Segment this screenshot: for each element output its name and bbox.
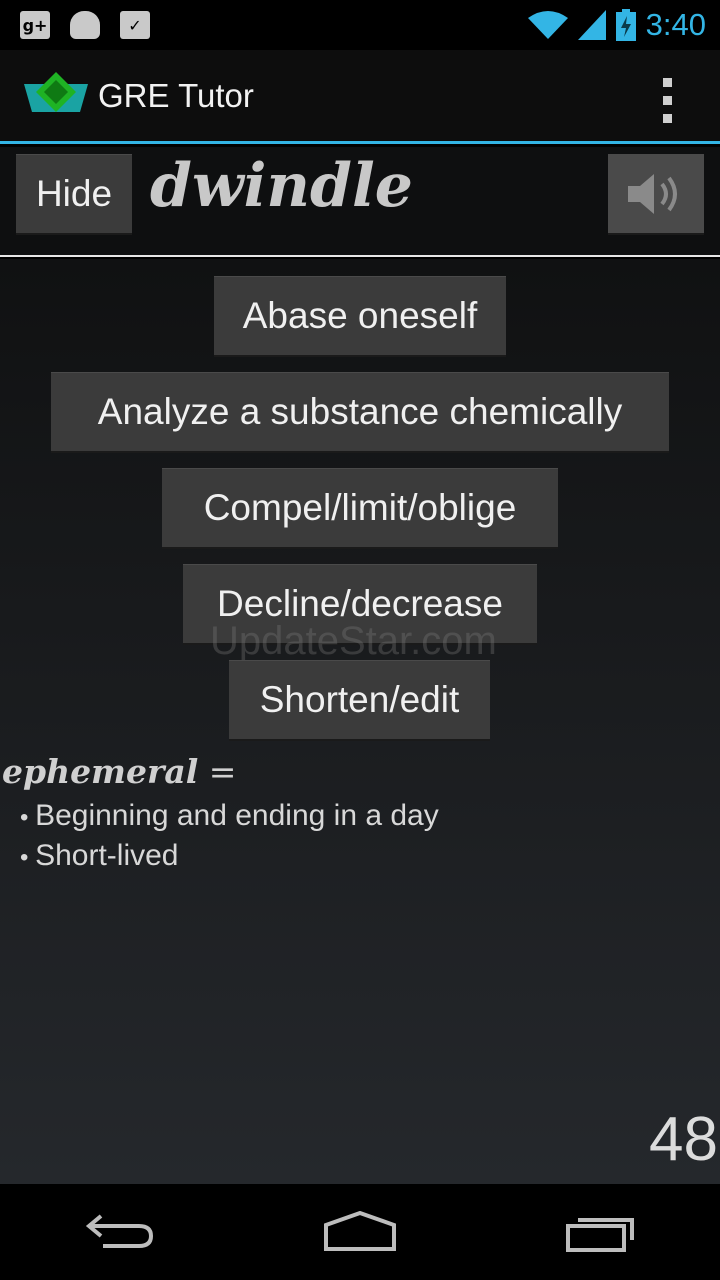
wifi-icon — [527, 11, 568, 39]
home-icon — [324, 1211, 396, 1251]
watermark: UpdateStar.com — [210, 619, 497, 663]
choice-button-3[interactable]: Compel/limit/oblige — [162, 468, 558, 547]
recent-apps-icon — [566, 1218, 634, 1252]
speaker-icon — [628, 173, 677, 214]
previous-word: ephemeral = — [2, 752, 236, 791]
word-header: Hide dwindle — [0, 147, 720, 257]
previous-word-term: ephemeral — [2, 752, 199, 791]
definition-list: Beginning and ending in a day Short-live… — [20, 797, 439, 877]
definition-item: Beginning and ending in a day — [20, 797, 439, 837]
android-icon — [70, 11, 100, 39]
battery-icon — [615, 9, 636, 41]
overflow-menu-icon[interactable] — [663, 78, 672, 123]
navigation-bar — [0, 1184, 720, 1280]
screen: g+ ✓ 3:40 GRE Tutor Hide dwindle Abase o… — [0, 0, 720, 1280]
app-logo-icon[interactable] — [24, 71, 88, 120]
word-counter: 48 — [649, 1105, 718, 1174]
pronounce-button[interactable] — [608, 154, 704, 233]
recent-apps-button[interactable] — [540, 1192, 660, 1272]
quiz-word: dwindle — [150, 151, 413, 221]
choice-button-2[interactable]: Analyze a substance chemically — [51, 372, 669, 451]
choice-button-1[interactable]: Abase oneself — [214, 276, 506, 355]
choice-button-5[interactable]: Shorten/edit — [229, 660, 490, 739]
signal-icon — [577, 10, 606, 40]
clock: 3:40 — [645, 7, 706, 42]
definition-item: Short-lived — [20, 837, 439, 877]
app-title: GRE Tutor — [98, 76, 254, 114]
status-bar: g+ ✓ 3:40 — [0, 0, 720, 50]
store-check-icon: ✓ — [120, 11, 150, 39]
back-button[interactable] — [60, 1192, 180, 1272]
home-button[interactable] — [300, 1192, 420, 1272]
back-icon — [85, 1214, 154, 1248]
quiz-area: Abase oneself Analyze a substance chemic… — [0, 259, 720, 1184]
google-plus-icon: g+ — [20, 11, 50, 39]
action-bar: GRE Tutor — [0, 50, 720, 144]
equals-sign: = — [198, 752, 237, 791]
hide-button[interactable]: Hide — [16, 154, 132, 233]
